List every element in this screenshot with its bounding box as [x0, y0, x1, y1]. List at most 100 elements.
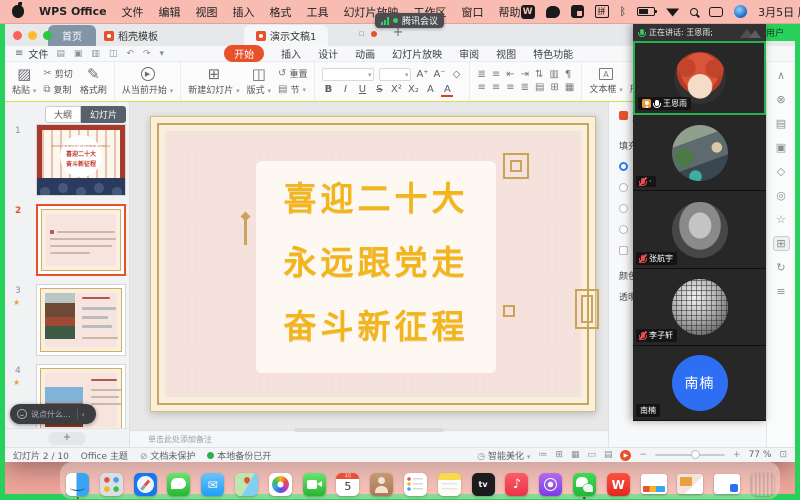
current-slide[interactable]: 喜迎二十大 永远跟党走 奋斗新征程 — [150, 116, 596, 412]
bullets-icon[interactable]: ≣ — [477, 70, 485, 80]
menu-format[interactable]: 格式 — [270, 4, 292, 20]
slideshow-play-button[interactable]: ▶ — [620, 450, 631, 461]
menu-file[interactable]: 文件 — [122, 4, 144, 20]
participant-tile-3[interactable]: 张航宇 — [633, 191, 766, 269]
music-icon[interactable]: ♪ — [505, 473, 528, 496]
columns-icon[interactable]: ▥ — [549, 70, 558, 80]
superscript-button[interactable]: X² — [390, 84, 402, 95]
underline-button[interactable]: U — [356, 84, 368, 95]
print-icon[interactable]: ▥ — [91, 49, 100, 59]
reading-view-icon[interactable]: ▭ — [587, 450, 596, 460]
wifi-icon[interactable] — [666, 7, 679, 17]
spotlight-search-icon[interactable] — [690, 8, 698, 16]
indent-icon[interactable]: ⇥ — [521, 70, 529, 80]
panel-icon-properties-active[interactable]: ⊞ — [773, 236, 790, 251]
open-icon[interactable]: ▤ — [56, 49, 65, 59]
text-direction-icon[interactable]: ¶ — [565, 70, 571, 80]
line-spacing-icon[interactable]: ⇅ — [535, 70, 543, 80]
launchpad-icon[interactable] — [100, 473, 123, 496]
maps-icon[interactable] — [235, 473, 258, 496]
input-method-icon[interactable]: 拼 — [595, 5, 609, 18]
tab-slides[interactable]: 幻灯片 — [81, 106, 126, 123]
collapse-strip-icon[interactable]: ∧ — [773, 68, 790, 83]
panel-icon-history[interactable]: ↻ — [773, 260, 790, 275]
copy-button[interactable]: ⧉复制 — [43, 83, 72, 96]
wechat-icon[interactable] — [573, 473, 596, 496]
font-color-button[interactable]: A — [441, 84, 453, 95]
tencent-meeting-status-badge[interactable]: 腾讯会议 — [375, 13, 444, 28]
emoji-icon[interactable] — [17, 409, 27, 419]
messages-icon[interactable] — [167, 473, 190, 496]
calendar-icon[interactable]: 3月 5 — [336, 473, 359, 496]
panel-icon-layers[interactable]: ▤ — [773, 116, 790, 131]
ribbon-tab-start[interactable]: 开始 — [224, 45, 264, 62]
play-from-current-button[interactable]: ▶ 从当前开始 ▾ — [122, 67, 173, 96]
tab-templates[interactable]: 稻壳模板 — [96, 25, 166, 46]
textbox-button[interactable]: A 文本框 ▾ — [589, 68, 622, 95]
adjust-icon[interactable]: ≔ — [538, 450, 547, 460]
window-preview-2[interactable] — [677, 474, 703, 494]
menu-edit[interactable]: 编辑 — [159, 4, 181, 20]
close-panel-icon[interactable]: ⊗ — [773, 92, 790, 107]
new-slide-button[interactable]: ⊞ 新建幻灯片 ▾ — [188, 67, 239, 96]
slide-thumbnail-3[interactable] — [36, 284, 126, 356]
menu-window[interactable]: 窗口 — [462, 4, 484, 20]
tab-outline[interactable]: 大纲 — [45, 106, 81, 123]
facetime-icon[interactable] — [303, 473, 326, 496]
zoom-in-button[interactable]: + — [733, 450, 741, 460]
battery-icon[interactable] — [637, 7, 655, 16]
tab-document[interactable]: 演示文稿1 — [244, 25, 328, 46]
numbering-icon[interactable]: ≡ — [492, 70, 500, 80]
align-center-icon[interactable]: ≡ — [492, 83, 500, 93]
justify-icon[interactable]: ≣ — [521, 83, 529, 93]
safari-icon[interactable] — [134, 473, 157, 496]
notes-bar[interactable]: 单击此处添加备注 — [130, 430, 608, 447]
decrease-font-button[interactable]: A⁻ — [433, 69, 445, 80]
wps-tray-icon[interactable]: W — [521, 5, 535, 19]
control-center-icon[interactable] — [709, 7, 723, 17]
panel-icon-animation[interactable]: ☆ — [773, 212, 790, 227]
zoom-slider-knob[interactable] — [691, 450, 700, 459]
preview-icon[interactable]: ◫ — [109, 49, 118, 59]
bluetooth-icon[interactable]: ᛒ — [620, 5, 627, 19]
distribute-icon[interactable]: ▤ — [535, 83, 544, 93]
backup-status[interactable]: 本地备份已开 — [207, 449, 271, 462]
reminders-icon[interactable] — [404, 473, 427, 496]
slide-thumbnail-1[interactable]: UNVEIL THE BEAUTY OF CHINESE SYMBOLS 喜迎二… — [36, 124, 126, 196]
hamburger-menu-icon[interactable]: ≡ — [15, 48, 22, 59]
file-menu-button[interactable]: 文件 — [28, 46, 48, 61]
redo-icon[interactable]: ↷ — [143, 49, 151, 59]
window-preview-3[interactable] — [714, 474, 740, 494]
finder-icon[interactable] — [66, 473, 89, 496]
section-button[interactable]: ▤节 ▾ — [278, 83, 307, 96]
meeting-header[interactable]: 正在讲话: 王恩雨; — [633, 24, 766, 41]
layout-button[interactable]: ◫ 版式 ▾ — [247, 67, 271, 96]
protection-status[interactable]: ⊘ 文档未保护 — [140, 449, 195, 462]
panel-icon-color[interactable]: ◇ — [773, 164, 790, 179]
format-painter-button[interactable]: ✎ 格式刷 — [80, 67, 107, 96]
undo-icon[interactable]: ↶ — [126, 49, 134, 59]
merge-icon[interactable]: ▦ — [565, 83, 574, 93]
align-right-icon[interactable]: ≡ — [506, 83, 514, 93]
trash-icon[interactable] — [751, 473, 774, 496]
ribbon-tab-view[interactable]: 视图 — [496, 46, 516, 61]
slide-sorter-icon[interactable]: ▦ — [571, 450, 580, 460]
collapse-chevron-icon[interactable]: ‹ — [82, 410, 85, 419]
cut-button[interactable]: ✂剪切 — [43, 67, 72, 80]
slide-title-text[interactable]: 喜迎二十大 永远跟党走 奋斗新征程 — [256, 167, 496, 359]
ribbon-tab-slideshow[interactable]: 幻灯片放映 — [392, 46, 442, 61]
theme-name[interactable]: Office 主题 — [81, 449, 128, 462]
add-slide-button[interactable]: + — [48, 432, 86, 445]
menu-insert[interactable]: 插入 — [233, 4, 255, 20]
zoom-slider[interactable] — [655, 454, 725, 456]
bold-button[interactable]: B — [322, 84, 334, 95]
apple-menu-icon[interactable] — [12, 5, 24, 18]
align-left-icon[interactable]: ≡ — [477, 83, 485, 93]
menu-view[interactable]: 视图 — [196, 4, 218, 20]
ribbon-tab-animation[interactable]: 动画 — [355, 46, 375, 61]
ribbon-tab-special[interactable]: 特色功能 — [533, 46, 573, 61]
zoom-out-button[interactable]: − — [639, 450, 647, 460]
participant-tile-1[interactable]: 王恩雨 — [633, 41, 766, 115]
slide-thumbnail-2[interactable] — [36, 204, 126, 276]
strikethrough-button[interactable]: S — [373, 84, 385, 95]
